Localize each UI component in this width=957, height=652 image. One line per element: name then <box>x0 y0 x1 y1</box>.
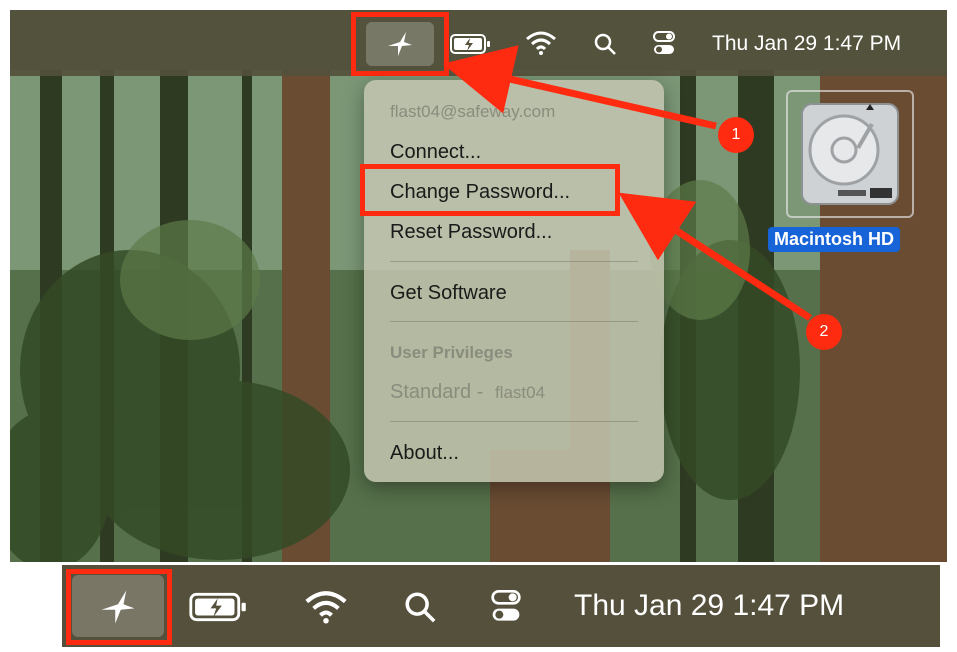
zoomed-app-icon-red-box <box>66 569 172 645</box>
zoomed-battery-charging-icon[interactable] <box>186 589 252 625</box>
zoomed-menu-bar-clock[interactable]: Thu Jan 29 1:47 PM <box>574 589 844 623</box>
zoomed-search-icon[interactable] <box>402 589 438 625</box>
step-1-badge: 1 <box>718 117 754 153</box>
zoomed-control-center-icon[interactable] <box>488 585 524 627</box>
zoomed-menu-bar: Thu Jan 29 1:47 PM <box>62 565 940 647</box>
desktop-screenshot: Thu Jan 29 1:47 PM flast04@safeway.com C… <box>10 10 947 562</box>
step-2-badge: 2 <box>806 314 842 350</box>
zoomed-wifi-icon[interactable] <box>302 587 350 627</box>
annotation-arrows <box>442 45 812 321</box>
